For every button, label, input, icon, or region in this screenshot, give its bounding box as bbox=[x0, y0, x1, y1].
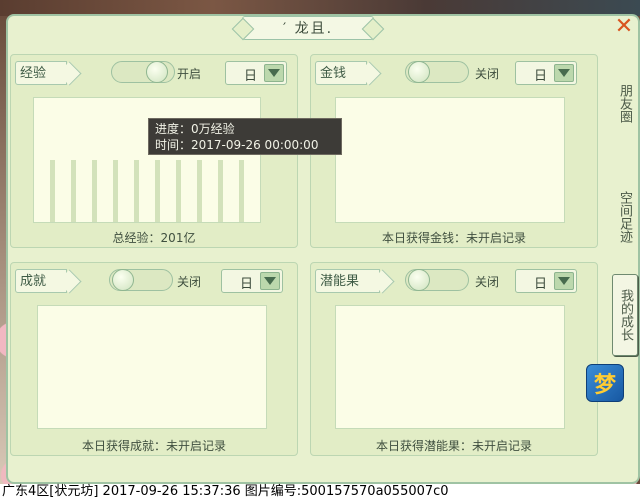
toggle-label-potential: 关闭 bbox=[475, 275, 500, 289]
panel-footer-money: 本日获得金钱：未开启记录 bbox=[381, 231, 526, 245]
toggle-label-exp: 开启 bbox=[177, 67, 202, 81]
dropdown-arrow-icon[interactable] bbox=[554, 272, 574, 290]
period-select-exp[interactable]: 日 bbox=[225, 61, 287, 85]
exp-tooltip: 进度：0万经验 时间：2017-09-26 00:00:00 bbox=[148, 118, 342, 155]
panel-achievement: 成就 关闭 日 本日获得成就：未开启记录 bbox=[10, 262, 298, 456]
panel-footer-achievement: 本日获得成就：未开启记录 bbox=[81, 439, 226, 453]
exp-bar bbox=[176, 160, 181, 222]
tooltip-progress: 进度：0万经验 bbox=[155, 122, 235, 136]
dropdown-arrow-icon[interactable] bbox=[264, 64, 284, 82]
period-value: 日 bbox=[534, 69, 548, 84]
status-bar: 广东4区[状元坊] 2017-09-26 15:37:36 图片编号:50015… bbox=[0, 484, 640, 500]
period-value: 日 bbox=[244, 69, 258, 84]
toggle-exp[interactable] bbox=[111, 61, 175, 83]
panel-label-money: 金钱 bbox=[315, 61, 368, 85]
tooltip-time: 时间：2017-09-26 00:00:00 bbox=[155, 138, 319, 152]
period-select-money[interactable]: 日 bbox=[515, 61, 577, 85]
panel-footer-potential: 本日获得潜能果：未开启记录 bbox=[375, 439, 532, 453]
exp-bar bbox=[50, 160, 55, 222]
side-tab-friends[interactable]: 朋友圈 bbox=[612, 70, 636, 136]
toggle-knob bbox=[408, 269, 430, 291]
period-select-achievement[interactable]: 日 bbox=[221, 269, 283, 293]
panel-label-potential: 潜能果 bbox=[315, 269, 381, 293]
exp-bar bbox=[92, 160, 97, 222]
panel-money: 金钱 关闭 日 本日获得金钱：未开启记录 bbox=[310, 54, 598, 248]
close-button[interactable]: ✕ bbox=[612, 14, 636, 39]
exp-bar bbox=[239, 160, 244, 222]
achievement-chart-area bbox=[37, 305, 267, 429]
exp-bar bbox=[155, 160, 160, 222]
money-chart-area bbox=[335, 97, 565, 223]
window-title: ′ 龙且. bbox=[242, 16, 374, 40]
toggle-money[interactable] bbox=[405, 61, 469, 83]
panel-footer-exp: 总经验：201亿 bbox=[112, 231, 196, 245]
exp-chart-area bbox=[33, 97, 261, 223]
dropdown-arrow-icon[interactable] bbox=[554, 64, 574, 82]
exp-bar bbox=[197, 160, 202, 222]
exp-bar bbox=[134, 160, 139, 222]
panel-potential: 潜能果 关闭 日 本日获得潜能果：未开启记录 bbox=[310, 262, 598, 456]
exp-bar bbox=[71, 160, 76, 222]
side-tab-my-growth[interactable]: 我的成长 bbox=[612, 274, 638, 356]
toggle-knob bbox=[146, 61, 168, 83]
period-value: 日 bbox=[534, 277, 548, 292]
toggle-potential[interactable] bbox=[405, 269, 469, 291]
toggle-label-achievement: 关闭 bbox=[177, 275, 202, 289]
dream-app-icon[interactable]: 梦 bbox=[586, 364, 624, 402]
toggle-knob bbox=[112, 269, 134, 291]
side-tab-footprints[interactable]: 空间足迹 bbox=[612, 172, 636, 262]
period-value: 日 bbox=[240, 277, 254, 292]
toggle-knob bbox=[408, 61, 430, 83]
exp-bar bbox=[113, 160, 118, 222]
period-select-potential[interactable]: 日 bbox=[515, 269, 577, 293]
exp-bar bbox=[218, 160, 223, 222]
toggle-achievement[interactable] bbox=[109, 269, 173, 291]
dropdown-arrow-icon[interactable] bbox=[260, 272, 280, 290]
panel-label-achievement: 成就 bbox=[15, 269, 68, 293]
toggle-label-money: 关闭 bbox=[475, 67, 500, 81]
panel-label-exp: 经验 bbox=[15, 61, 68, 85]
potential-chart-area bbox=[335, 305, 565, 429]
